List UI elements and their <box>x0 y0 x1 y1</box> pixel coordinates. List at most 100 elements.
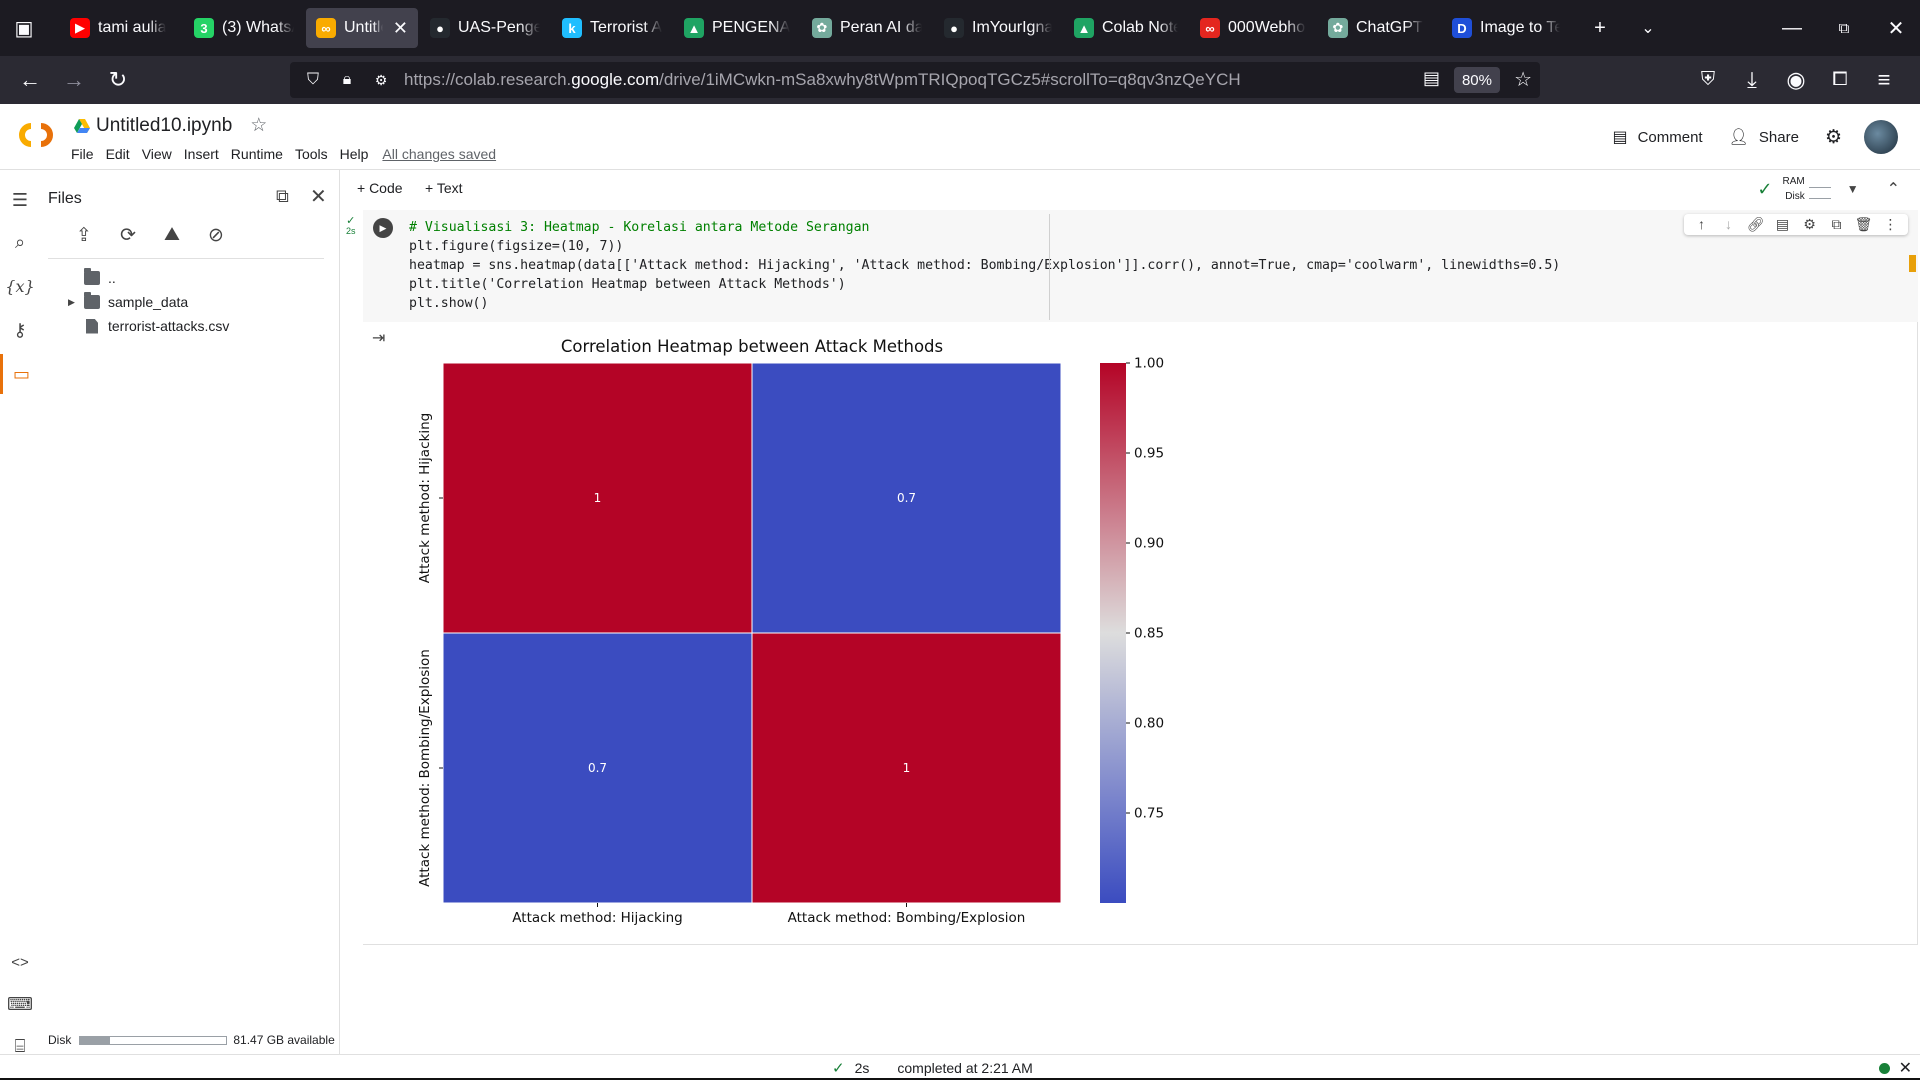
tab-close-icon[interactable]: ✕ <box>393 18 408 39</box>
tab-7[interactable]: ● ImYourIgna <box>934 8 1062 48</box>
file-tree-item-csv[interactable]: terrorist-attacks.csv <box>68 318 229 334</box>
reader-view-icon[interactable]: ▤ <box>1423 68 1440 89</box>
tab-overview-icon[interactable]: ▣ <box>0 0 48 56</box>
tab-10[interactable]: ✿ ChatGPT <box>1318 8 1440 48</box>
menu-file[interactable]: File <box>71 146 94 162</box>
menu-view[interactable]: View <box>142 146 172 162</box>
runtime-dropdown-icon[interactable]: ▼ <box>1847 182 1859 196</box>
files-folder-icon[interactable]: ▭ <box>0 354 40 394</box>
menu-help[interactable]: Help <box>340 146 369 162</box>
reload-icon[interactable]: ↻ <box>96 58 140 102</box>
code-snippets-icon[interactable]: <> <box>0 942 40 982</box>
runtime-status[interactable]: ✓ RAM Disk ▼ ⌃ <box>1757 174 1900 204</box>
tab-4[interactable]: k Terrorist At <box>552 8 672 48</box>
open-in-tab-icon[interactable]: ⧉ <box>276 186 289 207</box>
extensions-icon[interactable]: ⧠ <box>1818 58 1862 102</box>
add-text-button[interactable]: + Text <box>425 180 463 196</box>
files-panel: Files ⧉ ✕ ⇪ ⟳ ⛰ ⊘ .. ▶ sample_data terro… <box>40 170 340 1054</box>
mount-drive-icon[interactable]: ⛰ <box>150 224 194 247</box>
drive-icon: ▲ <box>1074 18 1094 38</box>
tab-3[interactable]: ● UAS-Penge <box>420 8 550 48</box>
list-tabs-icon[interactable]: ⌄ <box>1624 0 1672 56</box>
menu-tools[interactable]: Tools <box>295 146 328 162</box>
colab-logo[interactable] <box>14 120 58 150</box>
file-tree-label: sample_data <box>108 294 189 310</box>
back-icon[interactable]: ← <box>8 58 52 102</box>
tab-8[interactable]: ▲ Colab Note <box>1064 8 1188 48</box>
minimize-icon[interactable]: — <box>1766 0 1818 56</box>
cell-annotation: 0.7 <box>588 761 607 775</box>
menu-runtime[interactable]: Runtime <box>231 146 283 162</box>
github-icon: ● <box>430 18 450 38</box>
url-text[interactable]: https://colab.research.google.com/drive/… <box>404 70 1241 90</box>
add-code-button[interactable]: + Code <box>357 180 403 196</box>
shield-icon[interactable]: ⛉ <box>296 71 330 89</box>
tab-5[interactable]: ▲ PENGENAL <box>674 8 800 48</box>
avatar[interactable] <box>1864 120 1898 154</box>
colorbar <box>1100 363 1126 903</box>
share-button[interactable]: 👤︎ Share <box>1729 127 1799 147</box>
x-tick-label: Attack method: Bombing/Explosion <box>788 910 1026 926</box>
toggle-hidden-icon[interactable]: ⊘ <box>194 224 238 247</box>
tab-1[interactable]: 3 (3) WhatsA <box>184 8 304 48</box>
comment-button[interactable]: ▤ Comment <box>1612 127 1702 147</box>
disk-label-mini: Disk <box>1785 191 1805 202</box>
secrets-key-icon[interactable]: ⚷ <box>0 310 40 350</box>
notebook-title[interactable]: Untitled10.ipynb <box>96 115 232 137</box>
new-tab-icon[interactable]: + <box>1576 0 1624 56</box>
cell-annotation: 1 <box>594 491 602 505</box>
url-bar[interactable]: ⛉ 🔒︎ ⚙ https://colab.research.google.com… <box>290 62 1540 98</box>
tab-0[interactable]: ▶ tami aulia <box>60 8 182 48</box>
expand-caret-icon[interactable]: ▶ <box>68 297 84 308</box>
tab-11[interactable]: D Image to Te <box>1442 8 1570 48</box>
menu-icon[interactable]: ≡ <box>1862 58 1906 102</box>
downloads-icon[interactable]: ⤓ <box>1730 58 1774 102</box>
close-panel-icon[interactable]: ✕ <box>310 184 327 209</box>
browser-nav-bar: ← → ↻ ⛉ 🔒︎ ⚙ https://colab.research.goog… <box>0 56 1920 104</box>
file-tree-label: .. <box>108 270 116 286</box>
y-tick-label: Attack method: Bombing/Explosion <box>417 649 433 887</box>
restore-icon[interactable]: ⧉ <box>1818 0 1870 56</box>
command-palette-icon[interactable]: ⌨ <box>0 984 40 1024</box>
kaggle-icon: k <box>562 18 582 38</box>
star-notebook-icon[interactable]: ☆ <box>250 114 267 137</box>
comment-label: Comment <box>1637 128 1703 146</box>
colorbar-tick-label: 0.95 <box>1134 446 1164 462</box>
status-bar: ✓ 2s completed at 2:21 AM ✕ <box>0 1054 1920 1080</box>
file-tree-item-parent[interactable]: .. <box>68 268 116 286</box>
comment-icon: ▤ <box>1612 129 1628 146</box>
zoom-level[interactable]: 80% <box>1453 67 1500 93</box>
settings-icon[interactable]: ⚙ <box>1825 126 1842 149</box>
menu-insert[interactable]: Insert <box>184 146 219 162</box>
disk-usage: Disk 81.47 GB available <box>48 1033 335 1047</box>
window-close-icon[interactable]: ✕ <box>1870 0 1920 56</box>
window-controls: — ⧉ ✕ <box>1766 0 1920 56</box>
tab-6[interactable]: ✿ Peran AI da <box>802 8 932 48</box>
menu-edit[interactable]: Edit <box>106 146 130 162</box>
bookmark-star-icon[interactable]: ☆ <box>1514 67 1532 92</box>
chatgpt-icon: ✿ <box>1328 18 1348 38</box>
refresh-folder-icon[interactable]: ⟳ <box>106 224 150 247</box>
tab-2[interactable]: ∞ Untitled ✕ <box>306 8 418 48</box>
table-of-contents-icon[interactable]: ☰ <box>0 180 40 220</box>
forward-icon[interactable]: → <box>52 58 96 102</box>
account-icon[interactable]: ◉ <box>1774 58 1818 102</box>
upload-file-icon[interactable]: ⇪ <box>62 224 106 247</box>
github-icon: ● <box>944 18 964 38</box>
disk-label: Disk <box>48 1033 72 1047</box>
file-tree-item-sample-data[interactable]: ▶ sample_data <box>68 292 189 310</box>
collapse-header-icon[interactable]: ⌃ <box>1887 179 1900 199</box>
status-close-icon[interactable]: ✕ <box>1899 1058 1912 1078</box>
tab-strip: ▶ tami aulia 3 (3) WhatsA ∞ Untitled ✕ ● UAS-Pen… <box>60 8 1572 48</box>
status-message: completed at 2:21 AM <box>897 1060 1033 1076</box>
colorbar-tick-label: 0.80 <box>1134 716 1164 732</box>
variables-icon[interactable]: {x} <box>0 266 40 306</box>
save-status[interactable]: All changes saved <box>382 146 496 162</box>
tab-label: Untitled <box>344 19 383 36</box>
tab-9[interactable]: ∞ 000Webhos <box>1190 8 1316 48</box>
permissions-icon[interactable]: ⚙ <box>364 72 398 89</box>
drive-icon <box>74 118 90 133</box>
search-icon[interactable]: ⌕ <box>0 222 40 262</box>
lock-icon[interactable]: 🔒︎ <box>330 71 364 89</box>
pocket-icon[interactable]: ⛨ <box>1686 58 1730 102</box>
